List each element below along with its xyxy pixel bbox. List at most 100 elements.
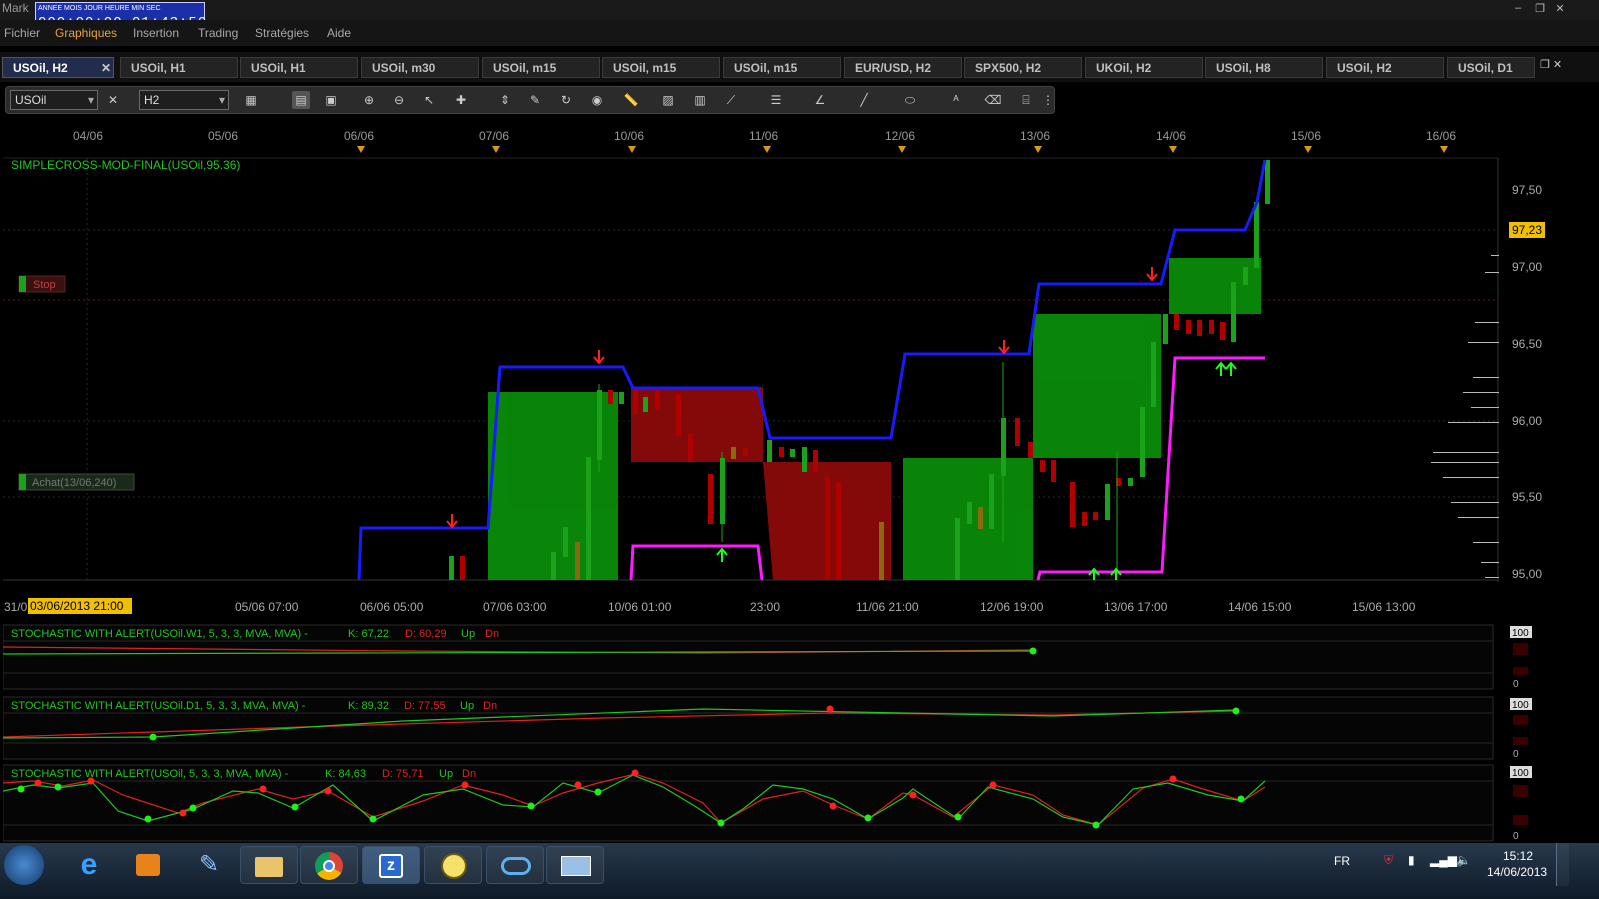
zoom-in-icon[interactable]: ⊕ bbox=[360, 91, 378, 109]
menu-strategies[interactable]: Stratégies bbox=[255, 26, 309, 40]
tab[interactable]: USOil, H8 bbox=[1205, 57, 1323, 78]
tab[interactable]: USOil, m15 bbox=[723, 57, 841, 78]
clock-app-icon[interactable] bbox=[424, 846, 482, 884]
edit-icon[interactable]: ✎ bbox=[526, 91, 544, 109]
show-desktop-button[interactable] bbox=[1556, 843, 1569, 886]
tab[interactable]: USOil, H1 bbox=[240, 57, 358, 78]
stochastic-svg[interactable]: STOCHASTIC WITH ALERT(USOil.W1, 5, 3, 3,… bbox=[2, 623, 1568, 843]
menu-trading[interactable]: Trading bbox=[198, 26, 238, 40]
tab[interactable]: USOil, H1 bbox=[120, 57, 238, 78]
ellipse-icon[interactable]: ⬭ bbox=[901, 91, 919, 109]
top-date: 04/06 bbox=[73, 129, 103, 143]
restore-icon[interactable]: ❐ bbox=[1532, 2, 1548, 16]
tab[interactable]: USOil, m15 bbox=[482, 57, 600, 78]
tab[interactable]: EUR/USD, H2 bbox=[844, 57, 962, 78]
fan-icon[interactable]: ∠ bbox=[811, 91, 829, 109]
tab[interactable]: USOil, m15 bbox=[602, 57, 720, 78]
tab-usoil-h2-active[interactable]: USOil, H2 ✕ bbox=[2, 57, 114, 78]
timeframe-select[interactable]: H2 ▾ bbox=[139, 90, 229, 110]
tab-label: USOil, H2 bbox=[1337, 61, 1392, 75]
eraser-icon[interactable]: ⌫ bbox=[984, 91, 1002, 109]
zoom-out-icon[interactable]: ⊖ bbox=[390, 91, 408, 109]
start-button[interactable] bbox=[4, 845, 44, 885]
stoch-label: STOCHASTIC WITH ALERT(USOil.W1, 5, 3, 3,… bbox=[11, 628, 308, 640]
time-tick: 14/06 15:00 bbox=[1228, 600, 1292, 614]
menu-graphiques[interactable]: Graphiques bbox=[55, 26, 117, 40]
top-date: 15/06 bbox=[1291, 129, 1321, 143]
image-icon[interactable]: ▨ bbox=[659, 91, 677, 109]
stop-label: Stop bbox=[33, 279, 56, 291]
close-icon[interactable]: ✕ bbox=[1552, 2, 1568, 16]
time-tick: 06/06 05:00 bbox=[360, 600, 424, 614]
clock-date[interactable]: 14/06/2013 bbox=[1487, 865, 1547, 879]
price-chart-svg[interactable]: 04/06 05/06 06/06 07/06 10/06 11/06 12/0… bbox=[3, 122, 1568, 622]
layout-alt-icon[interactable]: ▣ bbox=[322, 91, 340, 109]
chevron-down-icon: ▾ bbox=[218, 93, 225, 107]
stoch-dn: Dn bbox=[485, 628, 499, 640]
media-player-icon[interactable] bbox=[120, 846, 178, 884]
tools-icon[interactable]: ✎ bbox=[180, 846, 238, 884]
tab-list-icon[interactable]: ❐ ✕ bbox=[1540, 58, 1562, 71]
scale-min: 0 bbox=[1513, 679, 1519, 690]
window-app-icon[interactable] bbox=[546, 846, 604, 884]
network-app-icon[interactable] bbox=[486, 846, 544, 884]
clock-time[interactable]: 15:12 bbox=[1503, 849, 1533, 863]
trading-app-icon[interactable]: z bbox=[362, 846, 420, 884]
pen-icon[interactable]: ╱ bbox=[855, 91, 873, 109]
top-date: 14/06 bbox=[1156, 129, 1186, 143]
menu-aide[interactable]: Aide bbox=[327, 26, 351, 40]
objects-icon[interactable]: ⌸ bbox=[1017, 91, 1035, 109]
text-icon[interactable]: ᴬ bbox=[947, 91, 965, 109]
tab[interactable]: USOil, D1 bbox=[1447, 57, 1535, 78]
tab-label: USOil, m15 bbox=[613, 61, 677, 75]
volume-icon[interactable]: 🔈 bbox=[1456, 853, 1471, 867]
price-tick: 96,50 bbox=[1512, 337, 1542, 351]
globe-icon[interactable]: ◉ bbox=[588, 91, 606, 109]
close-icon[interactable]: ✕ bbox=[101, 61, 111, 75]
chrome-icon[interactable] bbox=[300, 846, 358, 884]
chart-type-icon[interactable]: ▦ bbox=[242, 91, 260, 109]
scale-min: 0 bbox=[1513, 749, 1519, 760]
windows-taskbar: e ✎ z FR ⛨ ▮ ▂▄▆ 🔈 15:12 14/06/2013 bbox=[0, 843, 1599, 899]
refresh-icon[interactable]: ↻ bbox=[557, 91, 575, 109]
layout-icon[interactable]: ▤ bbox=[292, 91, 310, 109]
tab[interactable]: USOil, m30 bbox=[361, 57, 479, 78]
tab[interactable]: UKOil, H2 bbox=[1085, 57, 1203, 78]
stoch-k: K: 67,22 bbox=[348, 628, 389, 640]
menu-insertion[interactable]: Insertion bbox=[133, 26, 179, 40]
signal-icon[interactable]: ▂▄▆ bbox=[1430, 853, 1457, 867]
device-icon[interactable]: ▮ bbox=[1408, 853, 1415, 867]
fit-icon[interactable]: ⇕ bbox=[496, 91, 514, 109]
explorer-icon[interactable] bbox=[240, 846, 298, 884]
tab[interactable]: SPX500, H2 bbox=[964, 57, 1082, 78]
time-tick: 05/06 07:00 bbox=[235, 600, 299, 614]
template-icon[interactable]: ▥ bbox=[691, 91, 709, 109]
language-indicator[interactable]: FR bbox=[1334, 854, 1350, 868]
symbol-select[interactable]: USOil ▾ bbox=[10, 90, 98, 110]
more-icon[interactable]: ⋮ bbox=[1039, 91, 1057, 109]
remove-symbol-icon[interactable]: ✕ bbox=[104, 91, 122, 109]
tab-label: EUR/USD, H2 bbox=[855, 61, 932, 75]
tab[interactable]: USOil, H2 bbox=[1326, 57, 1444, 78]
internet-explorer-icon[interactable]: e bbox=[60, 846, 118, 884]
stoch-k: K: 89,32 bbox=[348, 700, 389, 712]
stoch-up: Up bbox=[460, 700, 474, 712]
menu-fichier[interactable]: Fichier bbox=[4, 26, 40, 40]
tab-label: USOil, m15 bbox=[734, 61, 798, 75]
stoch-label: STOCHASTIC WITH ALERT(USOil, 5, 3, 3, MV… bbox=[11, 768, 289, 780]
top-date: 13/06 bbox=[1020, 129, 1050, 143]
price-tick: 97,50 bbox=[1512, 183, 1542, 197]
top-date: 06/06 bbox=[344, 129, 374, 143]
time-tick: 11/06 21:00 bbox=[856, 600, 919, 614]
minimize-icon[interactable]: – bbox=[1510, 2, 1526, 16]
stoch-dn: Dn bbox=[483, 700, 497, 712]
ruler-icon[interactable]: 📏 bbox=[622, 91, 640, 109]
crosshair-icon[interactable]: ✚ bbox=[452, 91, 470, 109]
line-tools-icon[interactable]: ⟋ bbox=[722, 91, 740, 109]
hlines-icon[interactable]: ☰ bbox=[767, 91, 785, 109]
price-chart[interactable]: 04/06 05/06 06/06 07/06 10/06 11/06 12/0… bbox=[3, 122, 1568, 622]
cursor-icon[interactable]: ↖ bbox=[420, 91, 438, 109]
security-icon[interactable]: ⛨ bbox=[1384, 853, 1393, 868]
stochastic-panels[interactable]: STOCHASTIC WITH ALERT(USOil.W1, 5, 3, 3,… bbox=[2, 623, 1568, 843]
chart-toolbar: USOil ▾ ✕ H2 ▾ ▦ ▤ ▣ ⊕ ⊖ ↖ ✚ ⇕ ✎ ↻ ◉ 📏 ▨ ▥… bbox=[5, 86, 1055, 114]
